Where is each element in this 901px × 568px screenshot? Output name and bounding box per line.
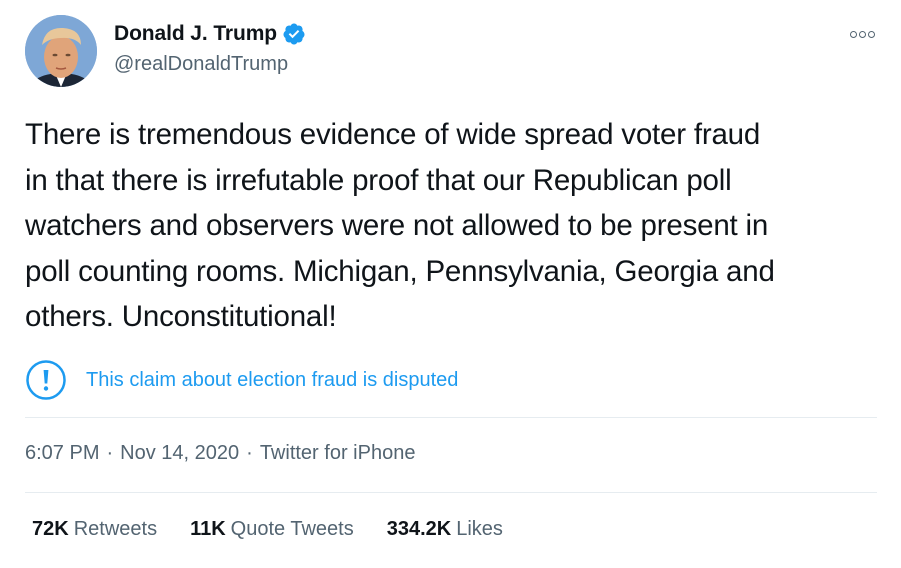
divider [25, 492, 877, 493]
divider [25, 417, 877, 418]
tweet-card: Donald J. Trump @realDonaldTrump There i… [0, 0, 901, 568]
retweets-count: 72K [32, 518, 69, 540]
more-dot [858, 30, 866, 38]
verified-badge-icon [283, 23, 305, 45]
avatar-image [25, 15, 97, 87]
retweets-label: Retweets [73, 518, 158, 540]
likes-stat[interactable]: 334.2K Likes [387, 518, 503, 541]
tweet-metadata: 6:07 PM · Nov 14, 2020 · Twitter for iPh… [25, 442, 415, 465]
engagement-stats: 72K Retweets 11K Quote Tweets 334.2K Lik… [32, 518, 536, 541]
tweet-source[interactable]: Twitter for iPhone [260, 442, 416, 465]
retweets-stat[interactable]: 72K Retweets [32, 518, 157, 541]
disputed-claim-link[interactable]: This claim about election fraud is dispu… [86, 369, 458, 392]
author-display-name[interactable]: Donald J. Trump [114, 22, 277, 46]
avatar[interactable] [25, 15, 97, 87]
author-name-row: Donald J. Trump [114, 22, 306, 46]
tweet-text: There is tremendous evidence of wide spr… [25, 118, 775, 333]
quote-tweets-count: 11K [190, 518, 226, 540]
more-options-icon[interactable] [846, 24, 878, 44]
exclamation-circle-icon [26, 360, 66, 400]
quote-tweets-label: Quote Tweets [230, 518, 354, 540]
tweet-time[interactable]: 6:07 PM [25, 442, 99, 465]
separator-dot: · [106, 442, 114, 464]
likes-count: 334.2K [386, 518, 452, 540]
likes-label: Likes [456, 518, 503, 540]
disputed-claim-notice[interactable]: This claim about election fraud is dispu… [25, 359, 458, 401]
quote-tweets-stat[interactable]: 11K Quote Tweets [190, 518, 354, 541]
separator-dot: · [246, 442, 253, 464]
author-handle[interactable]: @realDonaldTrump [114, 53, 288, 76]
more-dot [849, 30, 857, 38]
more-dot [867, 30, 875, 38]
tweet-date[interactable]: Nov 14, 2020 [120, 442, 239, 465]
